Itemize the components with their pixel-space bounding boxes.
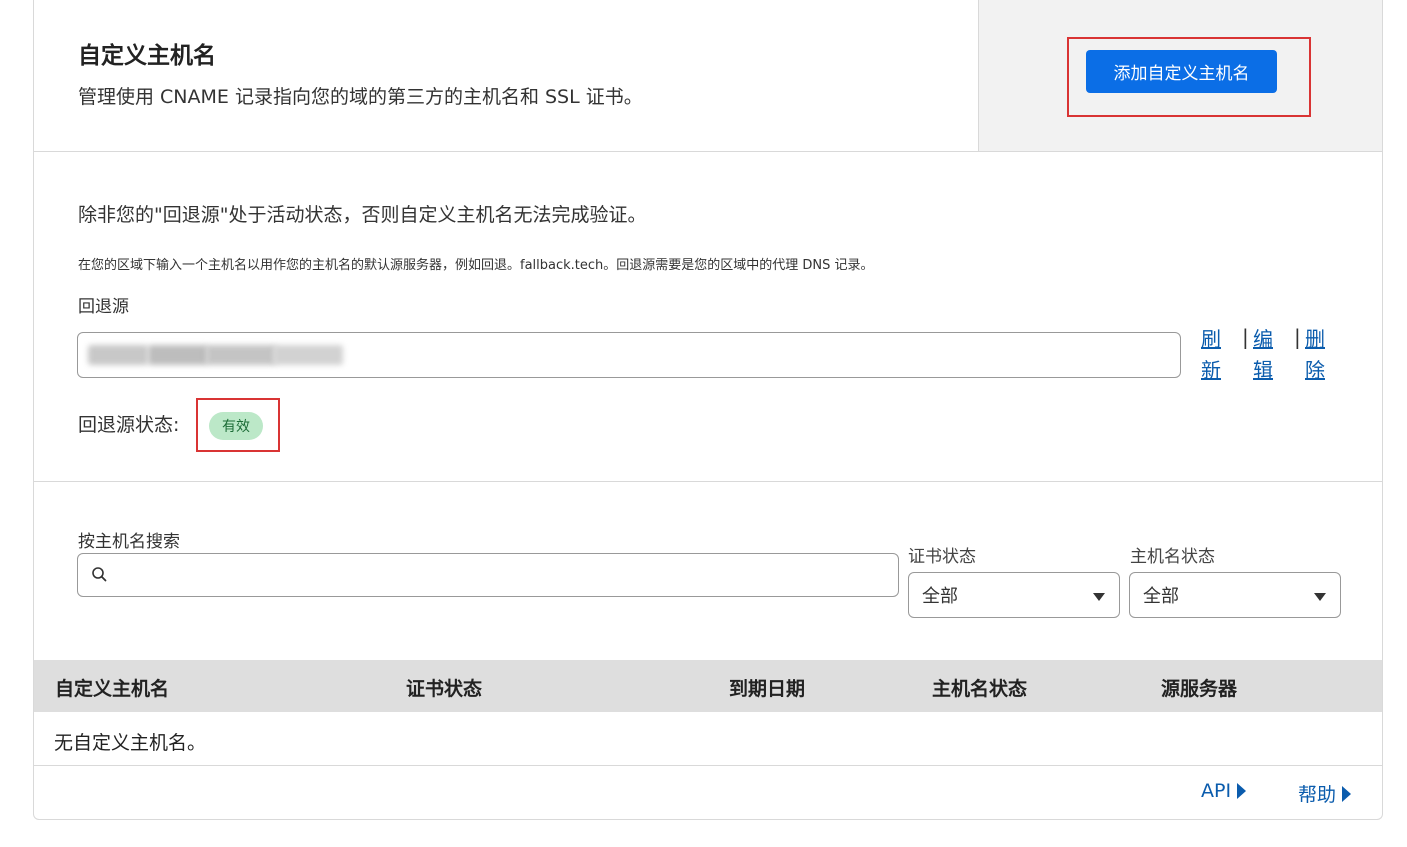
redacted-value bbox=[88, 345, 148, 365]
cert-status-filter-label: 证书状态 bbox=[908, 547, 976, 567]
card-header: 自定义主机名 管理使用 CNAME 记录指向您的域的第三方的主机名和 SSL 证… bbox=[34, 0, 1382, 152]
fallback-description: 在您的区域下输入一个主机名以用作您的主机名的默认源服务器，例如回退。fallba… bbox=[78, 258, 874, 273]
fallback-status-label: 回退源状态: bbox=[78, 414, 180, 436]
fallback-origin-section: 除非您的"回退源"处于活动状态，否则自定义主机名无法完成验证。 在您的区域下输入… bbox=[34, 152, 1382, 482]
fallback-heading: 除非您的"回退源"处于活动状态，否则自定义主机名无法完成验证。 bbox=[78, 204, 647, 226]
add-custom-hostname-button[interactable]: 添加自定义主机名 bbox=[1086, 50, 1277, 93]
column-header-expiry-date[interactable]: 到期日期 bbox=[729, 674, 805, 701]
header-action-area: 添加自定义主机名 bbox=[978, 0, 1382, 151]
column-header-hostname[interactable]: 自定义主机名 bbox=[55, 674, 169, 701]
refresh-link[interactable]: 刷新 bbox=[1201, 324, 1225, 386]
fallback-origin-input[interactable] bbox=[77, 332, 1181, 378]
table-empty-row: 无自定义主机名。 bbox=[34, 712, 1382, 766]
cert-status-select[interactable]: 全部 bbox=[908, 572, 1120, 618]
cert-status-selected: 全部 bbox=[922, 586, 958, 607]
status-badge: 有效 bbox=[209, 412, 263, 440]
header-text-area: 自定义主机名 管理使用 CNAME 记录指向您的域的第三方的主机名和 SSL 证… bbox=[34, 0, 978, 151]
host-status-select[interactable]: 全部 bbox=[1129, 572, 1341, 618]
redacted-value bbox=[148, 345, 208, 365]
fallback-origin-label: 回退源 bbox=[78, 297, 129, 317]
redacted-value bbox=[273, 345, 343, 365]
page-title: 自定义主机名 bbox=[78, 43, 216, 69]
host-status-filter-label: 主机名状态 bbox=[1130, 547, 1215, 567]
column-header-host-status[interactable]: 主机名状态 bbox=[932, 674, 1027, 701]
help-link[interactable]: 帮助 bbox=[1298, 780, 1352, 807]
hostname-search-input[interactable] bbox=[77, 553, 899, 597]
page-subtitle: 管理使用 CNAME 记录指向您的域的第三方的主机名和 SSL 证书。 bbox=[78, 86, 643, 108]
caret-right-icon bbox=[1342, 785, 1352, 802]
help-link-label: 帮助 bbox=[1298, 784, 1337, 806]
api-link-label: API bbox=[1201, 780, 1232, 802]
action-separator: | bbox=[1242, 325, 1249, 349]
column-header-cert-status[interactable]: 证书状态 bbox=[406, 674, 482, 701]
redacted-value bbox=[206, 345, 276, 365]
edit-link[interactable]: 编辑 bbox=[1253, 324, 1277, 386]
caret-right-icon bbox=[1237, 783, 1247, 799]
chevron-down-icon bbox=[1093, 593, 1105, 601]
table-header: 自定义主机名 证书状态 到期日期 主机名状态 源服务器 bbox=[34, 660, 1382, 712]
search-label: 按主机名搜索 bbox=[78, 532, 180, 552]
host-status-selected: 全部 bbox=[1143, 586, 1179, 607]
search-icon bbox=[92, 567, 107, 582]
api-link[interactable]: API bbox=[1201, 780, 1247, 802]
delete-link[interactable]: 删除 bbox=[1305, 324, 1329, 386]
chevron-down-icon bbox=[1314, 593, 1326, 601]
empty-message: 无自定义主机名。 bbox=[54, 732, 207, 754]
custom-hostnames-card: 自定义主机名 管理使用 CNAME 记录指向您的域的第三方的主机名和 SSL 证… bbox=[33, 0, 1383, 820]
column-header-origin-server[interactable]: 源服务器 bbox=[1161, 674, 1237, 701]
action-separator: | bbox=[1294, 325, 1301, 349]
